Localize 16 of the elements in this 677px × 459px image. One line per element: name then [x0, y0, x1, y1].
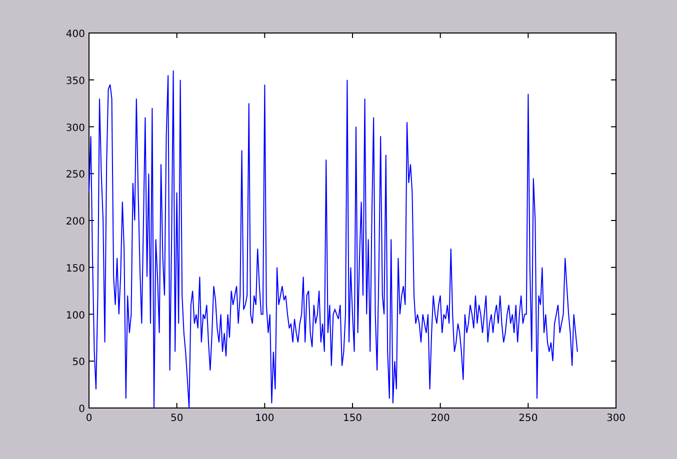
x-tick-label: 0 [86, 413, 92, 424]
y-tick-label: 50 [72, 357, 85, 368]
x-tick-label: 50 [170, 413, 184, 424]
y-tick-label: 250 [66, 170, 85, 181]
x-tick-label: 100 [255, 413, 274, 424]
x-tick-label: 300 [606, 413, 626, 424]
x-tick-label: 250 [518, 413, 538, 424]
y-tick-label: 150 [66, 263, 85, 274]
y-tick-label: 350 [66, 76, 85, 87]
y-tick-label: 400 [66, 29, 85, 40]
y-tick-label: 200 [66, 216, 85, 228]
y-tick-label: 0 [78, 404, 85, 415]
y-tick-label: 300 [66, 122, 85, 134]
y-tick-label: 100 [66, 310, 85, 322]
x-tick-label: 200 [430, 413, 450, 424]
x-tick-label: 150 [342, 413, 362, 424]
